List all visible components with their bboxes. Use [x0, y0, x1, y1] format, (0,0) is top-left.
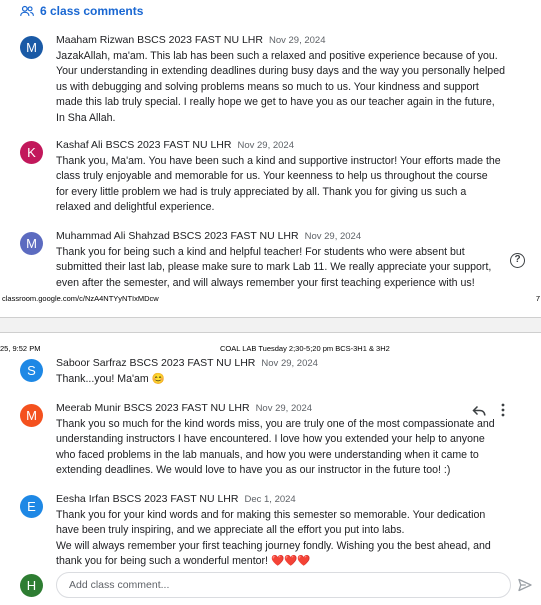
comment-date: Nov 29, 2024: [261, 358, 318, 369]
comment-item: M Meerab Munir BSCS 2023 FAST NU LHR Nov …: [20, 402, 531, 482]
comment-date: Nov 29, 2024: [268, 35, 326, 46]
comment-date: Nov 29, 2024: [255, 403, 313, 414]
comment-item: S Saboor Sarfraz BSCS 2023 FAST NU LHR No…: [20, 357, 531, 393]
comment-text: Thank...you! Ma'am 😊: [56, 373, 165, 385]
avatar: S: [20, 359, 43, 382]
add-comment-input[interactable]: Add class comment...: [56, 572, 511, 598]
print-page-1: 6 class comments M Maaham Rizwan BSCS 20…: [0, 0, 541, 317]
avatar: K: [20, 141, 43, 164]
comment-item: M Muhammad Ali Shahzad BSCS 2023 FAST NU…: [20, 230, 531, 292]
print-url: classroom.google.com/c/NzA4NTYyNTIxMDcw: [2, 294, 159, 303]
comment-author: Maaham Rizwan BSCS 2023 FAST NU LHR: [56, 34, 263, 46]
avatar: M: [20, 404, 43, 427]
avatar: M: [20, 36, 43, 59]
comment-item: E Eesha Irfan BSCS 2023 FAST NU LHR Dec 1…: [20, 493, 531, 569]
comment-date: Nov 29, 2024: [237, 140, 294, 151]
comment-author: Eesha Irfan BSCS 2023 FAST NU LHR: [56, 493, 239, 505]
class-comments-header[interactable]: 6 class comments: [20, 3, 143, 19]
comment-text: JazakAllah, ma'am. This lab has been suc…: [56, 50, 505, 124]
reply-icon[interactable]: [472, 405, 486, 417]
add-comment-row: H Add class comment...: [20, 572, 532, 600]
avatar: H: [20, 574, 43, 597]
comment-text: Thank you so much for the kind words mis…: [56, 418, 495, 477]
comment-author: Kashaf Ali BSCS 2023 FAST NU LHR: [56, 139, 232, 151]
comment-text: Thank you for your kind words and for ma…: [56, 509, 491, 568]
comment-author: Saboor Sarfraz BSCS 2023 FAST NU LHR: [56, 357, 256, 369]
comment-text: Thank you, Ma'am. You have been such a k…: [56, 155, 501, 214]
comments-count: 6 class comments: [40, 4, 144, 18]
print-title: COAL LAB Tuesday 2;30-5;20 pm BCS-3H1 & …: [220, 344, 390, 353]
avatar: M: [20, 232, 43, 255]
comment-item: M Maaham Rizwan BSCS 2023 FAST NU LHR Nov…: [20, 34, 531, 126]
page-number: 7: [535, 294, 540, 303]
more-vert-icon[interactable]: [501, 403, 505, 417]
comment-author: Meerab Munir BSCS 2023 FAST NU LHR: [56, 402, 250, 414]
people-icon: [20, 5, 34, 16]
page-break: [0, 317, 541, 333]
comment-text: Thank you for being such a kind and help…: [56, 246, 492, 289]
comment-date: Dec 1, 2024: [244, 494, 296, 505]
comment-author: Muhammad Ali Shahzad BSCS 2023 FAST NU L…: [56, 230, 299, 242]
print-time: 25, 9:52 PM: [0, 344, 41, 353]
comment-item: K Kashaf Ali BSCS 2023 FAST NU LHR Nov 29…: [20, 139, 531, 217]
help-icon[interactable]: ?: [510, 253, 525, 268]
avatar: E: [20, 495, 43, 518]
send-icon[interactable]: [518, 578, 532, 592]
comment-date: Nov 29, 2024: [304, 231, 362, 242]
